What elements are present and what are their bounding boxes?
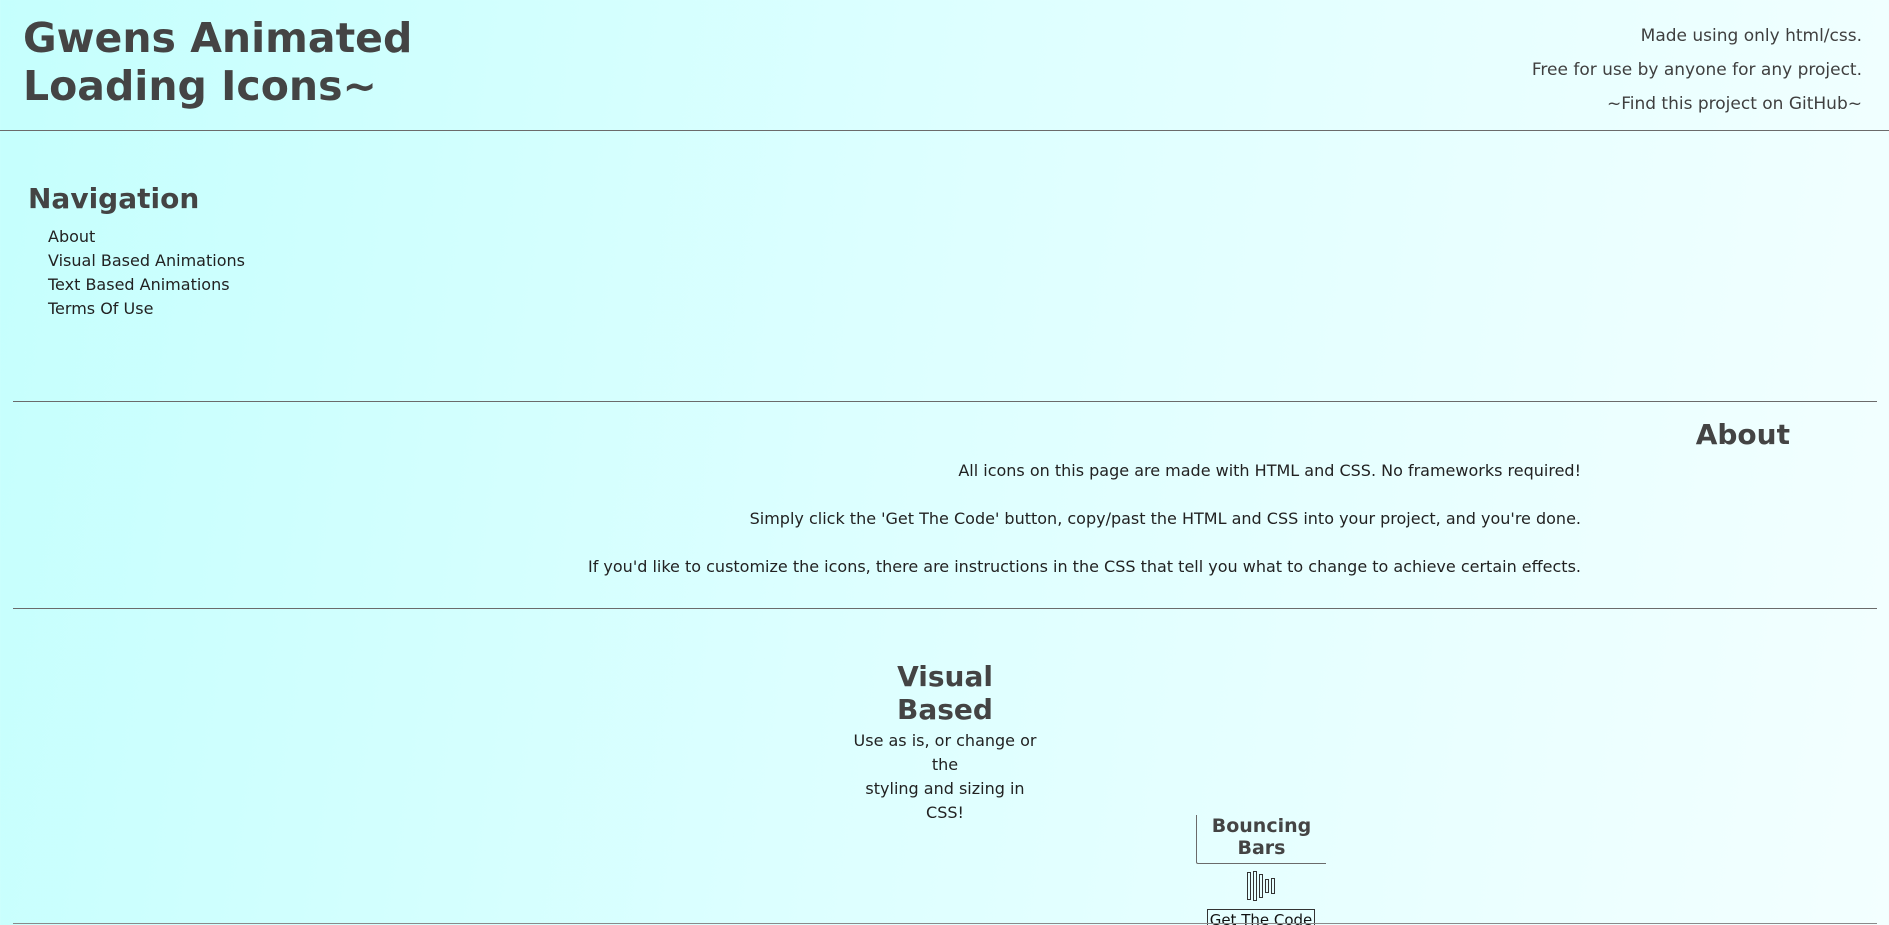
header-links: Made using only html/css. Free for use b…: [1532, 19, 1862, 121]
visual-subtitle-line2: styling and sizing in CSS!: [865, 779, 1025, 822]
github-link[interactable]: ~Find this project on GitHub~: [1532, 87, 1862, 121]
divider: [13, 401, 1877, 402]
bar: [1265, 879, 1269, 893]
visual-based-subtitle: Use as is, or change or the styling and …: [845, 729, 1045, 825]
divider: [13, 608, 1877, 609]
site-title-line2: Loading Icons~: [23, 62, 377, 110]
about-paragraph-1: All icons on this page are made with HTM…: [958, 461, 1581, 480]
site-title-line1: Gwens Animated: [23, 14, 413, 62]
visual-based-heading: Visual Based: [897, 660, 993, 726]
made-with-note: Made using only html/css.: [1640, 26, 1862, 46]
bar: [1247, 872, 1251, 900]
nav-item-terms[interactable]: Terms Of Use: [48, 297, 245, 321]
navigation-heading: Navigation: [28, 182, 200, 215]
site-title: Gwens Animated Loading Icons~: [23, 14, 412, 110]
about-paragraph-3: If you'd like to customize the icons, th…: [587, 557, 1581, 576]
bouncing-bars-card: Bouncing Bars Get The Code: [1196, 815, 1326, 925]
nav-item-text-based[interactable]: Text Based Animations: [48, 273, 245, 297]
visual-subtitle-line1: Use as is, or change or the: [853, 731, 1037, 774]
about-paragraph-2: Simply click the 'Get The Code' button, …: [749, 509, 1581, 528]
visual-based-section: Visual Based Use as is, or change or the…: [845, 660, 1045, 825]
site-header: Gwens Animated Loading Icons~ Made using…: [0, 0, 1889, 131]
about-heading: About: [1695, 418, 1790, 451]
bar: [1271, 878, 1275, 894]
nav-item-visual-based[interactable]: Visual Based Animations: [48, 249, 245, 273]
bar: [1259, 874, 1263, 898]
divider: [13, 923, 1877, 924]
license-note: Free for use by anyone for any project.: [1531, 60, 1862, 80]
bar: [1253, 871, 1257, 901]
navigation-list: About Visual Based Animations Text Based…: [48, 225, 245, 321]
nav-item-about[interactable]: About: [48, 225, 245, 249]
bouncing-bars-icon: [1196, 865, 1326, 907]
bouncing-bars-title: Bouncing Bars: [1196, 815, 1326, 864]
